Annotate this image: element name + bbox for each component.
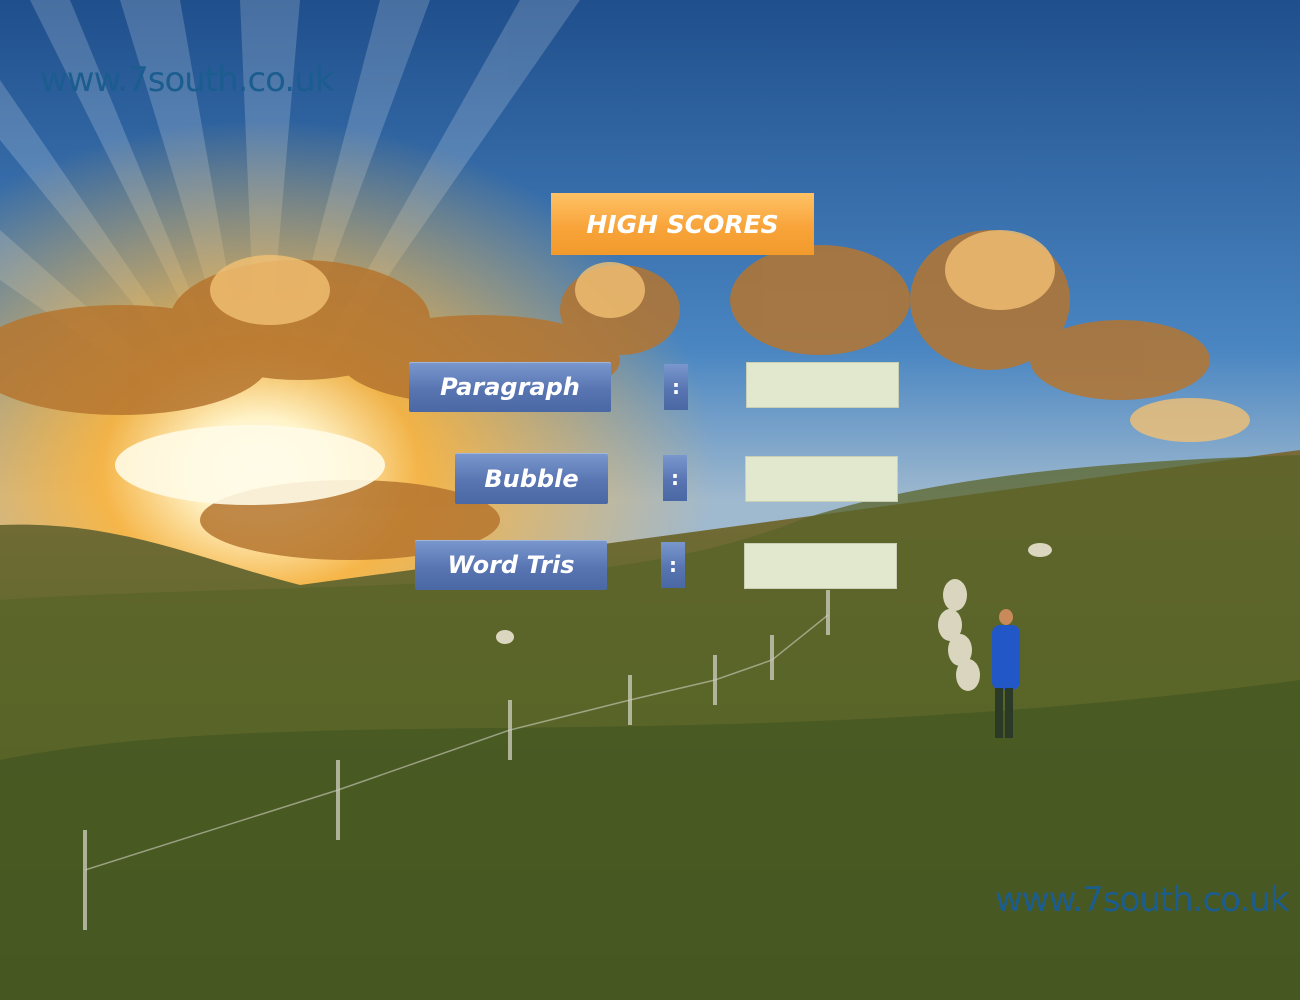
word-tris-score-field (744, 543, 897, 589)
paragraph-separator: : (664, 364, 688, 410)
high-scores-title: HIGH SCORES (551, 193, 814, 255)
word-tris-button[interactable]: Word Tris (415, 540, 607, 590)
paragraph-score-field (746, 362, 899, 408)
landscape-background (0, 0, 1300, 1000)
watermark-bottom: www.7south.co.uk (995, 880, 1289, 920)
watermark-top: www.7south.co.uk (40, 60, 334, 100)
word-tris-separator: : (661, 542, 685, 588)
bubble-button[interactable]: Bubble (455, 453, 608, 504)
landscape-scene (0, 0, 1300, 1000)
bubble-separator: : (663, 455, 687, 501)
bubble-score-field (745, 456, 898, 502)
paragraph-button[interactable]: Paragraph (409, 362, 611, 412)
